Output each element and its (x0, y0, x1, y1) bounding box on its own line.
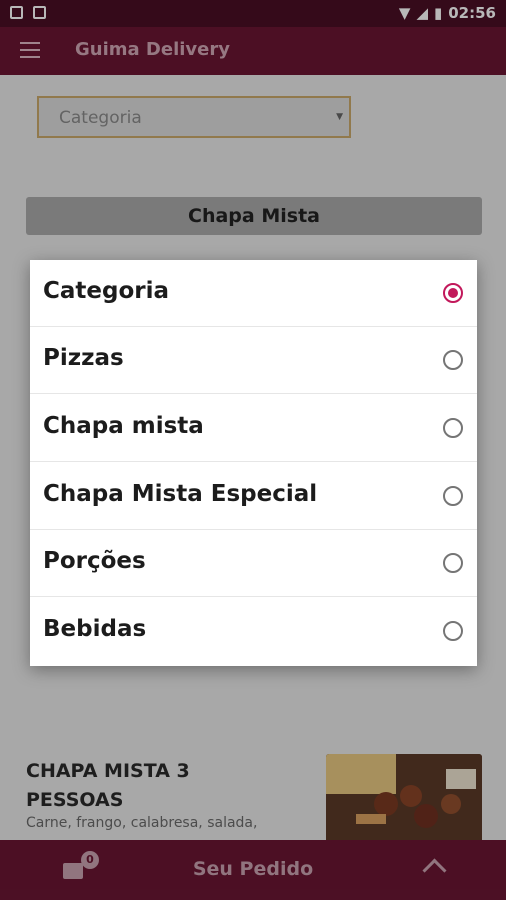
option-label: Categoria (43, 278, 170, 304)
option-porcoes[interactable]: Porções (30, 530, 477, 597)
option-categoria[interactable]: Categoria (30, 260, 477, 327)
option-label: Pizzas (43, 345, 124, 371)
option-pizzas[interactable]: Pizzas (30, 327, 477, 394)
radio-icon[interactable] (443, 350, 463, 370)
option-chapa-mista-especial[interactable]: Chapa Mista Especial (30, 463, 477, 530)
radio-selected-icon[interactable] (443, 283, 463, 303)
category-dialog: Categoria Pizzas Chapa mista Chapa Mista… (30, 260, 477, 666)
option-label: Bebidas (43, 616, 147, 642)
radio-icon[interactable] (443, 418, 463, 438)
option-label: Porções (43, 548, 146, 574)
option-label: Chapa Mista Especial (43, 481, 318, 507)
radio-icon[interactable] (443, 553, 463, 573)
option-label: Chapa mista (43, 413, 204, 439)
option-bebidas[interactable]: Bebidas (30, 598, 477, 665)
option-chapa-mista[interactable]: Chapa mista (30, 395, 477, 462)
radio-icon[interactable] (443, 621, 463, 641)
radio-icon[interactable] (443, 486, 463, 506)
